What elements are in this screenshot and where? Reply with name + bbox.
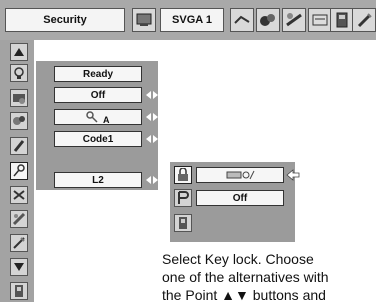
key-lock-popup: Off [170,162,300,242]
security-status-value: Ready [54,66,142,82]
pc-adjust-icon[interactable] [132,8,156,32]
lock-level-arrows[interactable] [146,172,158,188]
exit-icon[interactable] [10,282,28,300]
key-lock-value[interactable]: A [54,109,142,125]
pin-lock-value[interactable]: Off [54,87,142,103]
down-arrow-icon[interactable] [10,258,28,276]
help-line-2: one of the alternatives with [162,269,329,285]
key-lock-label: A [103,114,110,125]
setting-icon[interactable] [308,8,332,32]
help-text: Select Key lock. Choose one of the alter… [162,250,376,304]
lock-level-value[interactable]: L2 [54,172,142,188]
setting-icon[interactable] [10,210,28,228]
expand-icon[interactable] [352,8,376,32]
code-value[interactable]: Code1 [54,131,142,147]
help-line-1: Select Key lock. Choose [162,251,314,267]
signal-mode-label: SVGA 1 [160,8,224,32]
lamp-icon[interactable] [10,64,28,82]
fan-icon[interactable] [10,186,28,204]
screen-icon[interactable] [10,137,28,155]
code-arrows[interactable] [146,131,158,147]
exit-icon[interactable] [174,214,192,232]
up-arrow-icon[interactable] [10,43,28,61]
info-icon[interactable] [330,8,354,32]
menu-title: Security [5,8,125,32]
help-line-3: the Point ▲▼ buttons and [162,287,326,303]
image-icon[interactable] [10,112,28,130]
input-icon[interactable] [10,89,28,107]
projector-lock-value[interactable]: Off [196,190,284,206]
image-select-icon[interactable] [230,8,254,32]
projector-lock-icon[interactable] [174,189,192,207]
security-settings-panel: Ready Off A Code1 L2 [36,61,158,190]
tools-icon[interactable] [10,234,28,252]
screen-icon[interactable] [282,8,306,32]
pin-lock-arrows[interactable] [146,87,158,103]
key-lock-icon[interactable] [174,166,192,184]
key-lock-arrows[interactable] [146,109,158,125]
remote-lock-value[interactable] [196,167,284,183]
image-adjust-icon[interactable] [256,8,280,32]
sidebar [0,40,34,302]
selection-arrow-icon [286,168,300,181]
security-key-icon[interactable] [10,162,28,180]
top-bar: Security SVGA 1 [0,0,376,40]
remote-control-lock-icon [226,170,255,180]
